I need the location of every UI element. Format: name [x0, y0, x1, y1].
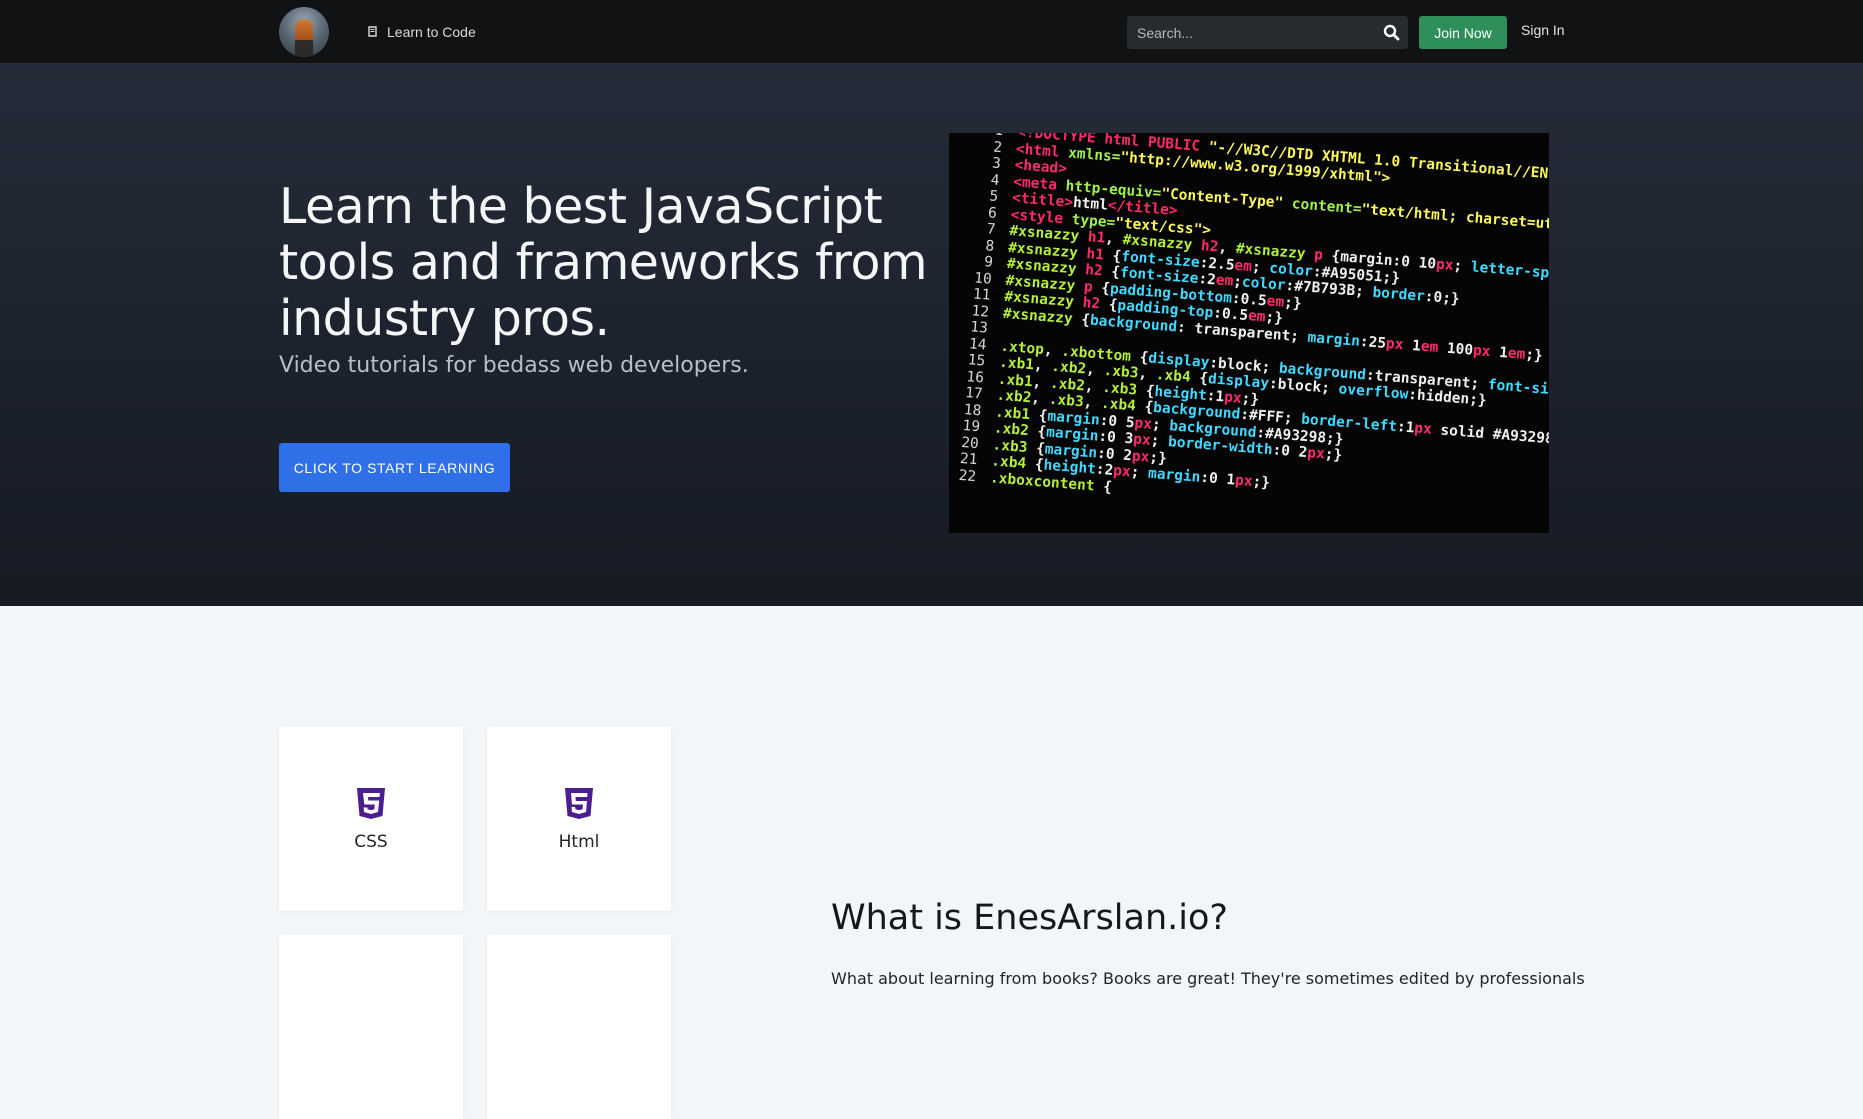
code-token: ;}: [1251, 473, 1271, 492]
nav-learn-to-code[interactable]: Learn to Code: [368, 22, 476, 42]
code-token: px: [1385, 335, 1413, 354]
code-token: ;}: [1524, 346, 1544, 364]
code-token: 100: [1446, 340, 1474, 359]
code-token: :25: [1359, 333, 1387, 352]
code-token: ;}: [1148, 449, 1168, 467]
code-token: .xb2: [995, 387, 1032, 407]
tech-card-label: Html: [558, 832, 600, 852]
sign-in-link[interactable]: Sign In: [1521, 22, 1565, 38]
code-token: px: [1131, 447, 1150, 466]
tech-card[interactable]: [487, 935, 671, 1119]
code-token: h1: [1085, 245, 1114, 264]
code-token: px: [1306, 445, 1326, 463]
avatar-figure: [295, 19, 313, 57]
book-icon: [368, 26, 377, 37]
code-token: h2: [1082, 295, 1110, 314]
code-token: em: [1247, 308, 1267, 326]
code-token: px: [1413, 420, 1442, 439]
tech-card[interactable]: [279, 935, 463, 1119]
code-token: .xb3: [1048, 391, 1085, 411]
code-token: ,: [1217, 239, 1237, 257]
tech-card-css[interactable]: CSS: [279, 727, 463, 911]
code-token: px: [1132, 431, 1152, 449]
code-token: ;}: [1240, 390, 1260, 408]
code-token: :1: [1206, 387, 1225, 405]
hero-title: Learn the best JavaScript tools and fram…: [279, 178, 928, 347]
code-token: em: [1507, 345, 1526, 363]
hero-section: Learn the best JavaScript tools and fram…: [0, 64, 1863, 606]
code-token: px: [1472, 342, 1500, 361]
code-token: :2: [1095, 461, 1114, 479]
code-token: xmlns=: [1067, 144, 1122, 165]
about-paragraph: What about learning from books? Books ar…: [831, 969, 1585, 988]
start-learning-button[interactable]: CLICK TO START LEARNING: [279, 443, 510, 492]
code-token: {: [1102, 478, 1113, 496]
code-token: ,: [1030, 390, 1050, 408]
tech-card-label: CSS: [354, 832, 388, 852]
code-token: ;: [1150, 432, 1169, 451]
nav-link-label: Learn to Code: [387, 24, 476, 40]
code-token: h2: [1200, 238, 1220, 256]
code-token: ;}: [1264, 309, 1284, 327]
code-token: px: [1112, 462, 1132, 481]
code-token: px: [1223, 388, 1243, 407]
code-token: ;}: [1324, 446, 1343, 464]
code-token: h1: [1087, 229, 1106, 247]
code-token: px: [1435, 256, 1455, 274]
line-number: 22: [958, 467, 977, 485]
code-token: :0 5: [1099, 412, 1136, 431]
code-token: em: [1233, 257, 1253, 275]
code-token: :0 2: [1271, 442, 1308, 462]
code-token: h2: [1084, 262, 1112, 281]
code-token: ,: [1084, 377, 1103, 396]
code-token: :2: [1197, 271, 1217, 289]
code-token: :0 1: [1199, 469, 1236, 489]
top-navbar: Learn to Code Join Now Sign In: [0, 0, 1863, 64]
search-box: [1127, 16, 1408, 49]
code-screenshot-image: 1<!DOCTYPE html PUBLIC "-//W3C//DTD XHTM…: [949, 133, 1549, 533]
code-token: ;: [1452, 258, 1472, 276]
code-token: ;}: [1283, 294, 1303, 312]
css3-icon: [357, 788, 385, 819]
code-token: margin: [1307, 329, 1361, 350]
search-input[interactable]: [1127, 16, 1377, 49]
code-token: border: [1371, 284, 1426, 305]
code-token: em: [1215, 272, 1234, 290]
avatar-logo[interactable]: [279, 7, 329, 57]
code-token: ,: [1104, 230, 1124, 248]
hero-subtitle: Video tutorials for bedass web developer…: [279, 353, 749, 378]
search-icon[interactable]: [1383, 24, 1400, 41]
code-token: :2.5: [1199, 254, 1236, 274]
code-token: ;: [1130, 464, 1149, 482]
code-token: :0;}: [1424, 288, 1461, 308]
code-token: em: [1420, 338, 1448, 357]
line-number: 21: [959, 450, 979, 469]
code-token: html: [1072, 194, 1109, 214]
tech-card-html[interactable]: Html: [487, 727, 671, 911]
code-token: ;: [1251, 258, 1270, 277]
code-token: p: [1313, 247, 1333, 265]
code-token: margin: [1147, 465, 1201, 486]
code-token: px: [1133, 414, 1153, 433]
code-token: p: [1083, 278, 1102, 296]
code-token: px: [1234, 472, 1254, 490]
code-token: em: [1266, 292, 1285, 311]
join-now-button[interactable]: Join Now: [1419, 16, 1507, 49]
code-token: ,: [1082, 394, 1102, 412]
code-token: ;: [1151, 416, 1170, 434]
code-token: :1: [1396, 419, 1415, 437]
code-token: ,: [1033, 357, 1052, 375]
code-token: ,: [1032, 373, 1051, 392]
code-token: ,: [1043, 341, 1062, 359]
code-token: ,: [1137, 365, 1157, 383]
about-heading: What is EnesArslan.io?: [831, 898, 1228, 938]
html5-icon: [565, 788, 593, 819]
code-token: ,: [1085, 361, 1105, 379]
code-listing: 1<!DOCTYPE html PUBLIC "-//W3C//DTD XHTM…: [949, 133, 1549, 533]
